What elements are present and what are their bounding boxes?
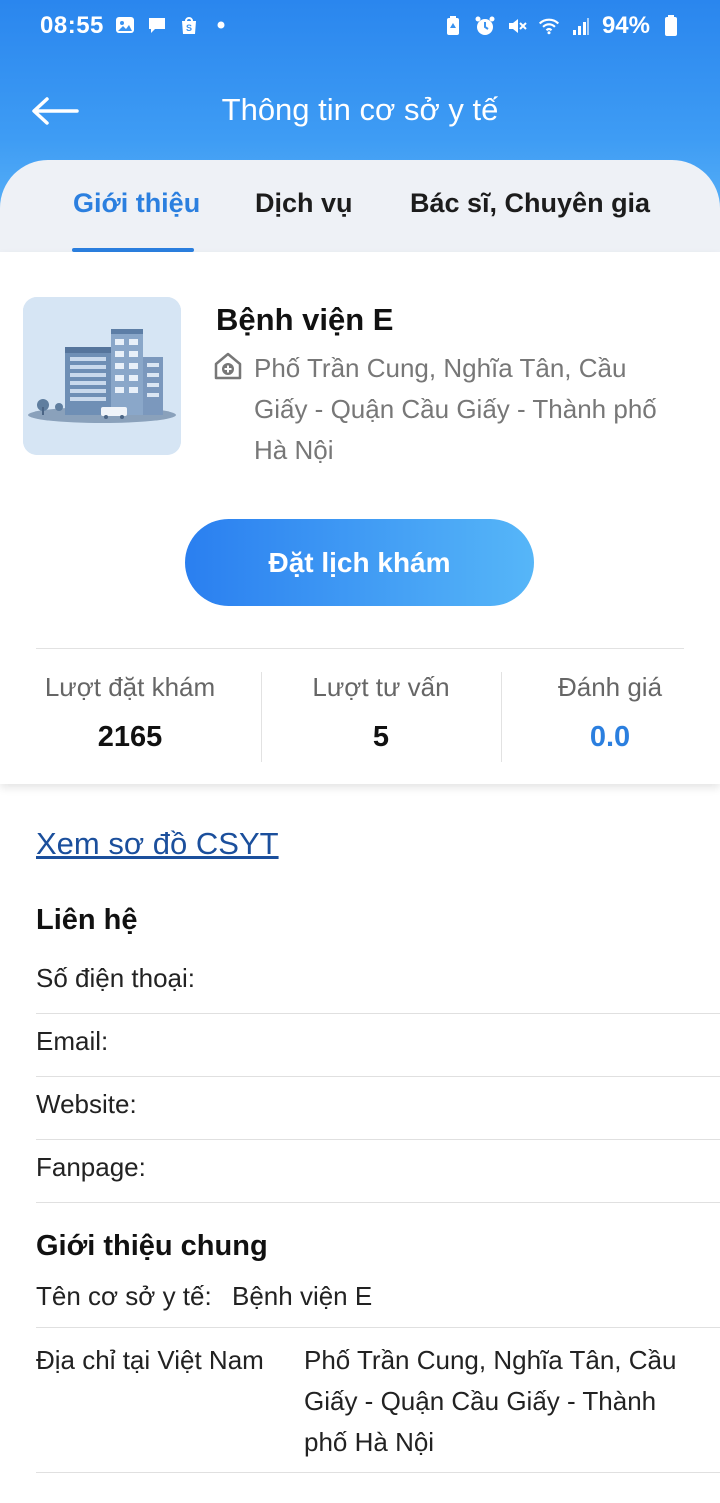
top-app-bar: Thông tin cơ sở y tế	[0, 80, 720, 144]
hospital-name: Bệnh viện E	[216, 302, 394, 337]
wifi-icon	[538, 15, 560, 37]
gallery-icon	[114, 14, 136, 36]
general-facility-name-row: Tên cơ sở y tế: Bệnh viện E	[36, 1281, 720, 1328]
stat-bookings: Lượt đặt khám 2165	[30, 672, 230, 754]
contact-phone: Số điện thoại:	[36, 951, 720, 1014]
mute-icon	[506, 15, 528, 37]
stat-value: 2165	[97, 721, 163, 753]
svg-text:S: S	[186, 23, 192, 33]
tab-introduction[interactable]: Giới thiệu	[73, 188, 200, 219]
tab-bar: Giới thiệu Dịch vụ Bác sĩ, Chuyên gia	[0, 160, 720, 252]
general-row-label: Địa chỉ tại Việt Nam	[36, 1345, 264, 1375]
app-header: 08:55 S 94% Thông tin cơ sở y tế Giới th…	[0, 0, 720, 252]
stat-rating: Đánh giá 0.0	[520, 672, 700, 754]
signal-icon	[570, 15, 592, 37]
status-system-icons: 94%	[442, 12, 682, 40]
page-title: Thông tin cơ sở y tế	[221, 92, 499, 127]
stat-separator	[501, 672, 502, 762]
contact-section-title: Liên hệ	[36, 904, 138, 936]
tab-services[interactable]: Dịch vụ	[255, 188, 353, 219]
contact-fanpage: Fanpage:	[36, 1140, 720, 1203]
general-row-label: Tên cơ sở y tế:	[36, 1281, 212, 1311]
chat-icon	[146, 14, 168, 36]
hospital-image	[23, 297, 181, 455]
battery-icon	[660, 15, 682, 37]
status-notification-icons: S	[114, 14, 232, 36]
battery-percent: 94%	[601, 12, 650, 39]
stat-label: Lượt đặt khám	[44, 672, 216, 702]
contact-email: Email:	[36, 1014, 720, 1077]
hospital-address: Phố Trần Cung, Nghĩa Tân, Cầu Giấy - Quậ…	[254, 353, 657, 465]
hospital-info-card: Bệnh viện E Phố Trần Cung, Nghĩa Tân, Cầ…	[0, 252, 720, 784]
general-section-title: Giới thiệu chung	[36, 1230, 268, 1262]
view-facility-map-link[interactable]: Xem sơ đồ CSYT	[36, 826, 279, 862]
stat-label: Lượt tư vấn	[312, 672, 450, 702]
alarm-icon	[474, 15, 496, 37]
status-time: 08:55	[40, 12, 104, 39]
stat-value: 0.0	[589, 721, 631, 753]
book-appointment-button[interactable]: Đặt lịch khám	[185, 519, 534, 606]
stats-divider	[36, 648, 684, 649]
contact-website: Website:	[36, 1077, 720, 1140]
general-address-row: Địa chỉ tại Việt Nam Phố Trần Cung, Nghĩ…	[36, 1345, 720, 1473]
dot-icon	[210, 14, 232, 36]
shopee-icon: S	[178, 14, 200, 36]
hospital-icon	[214, 352, 242, 380]
status-bar: 08:55 S 94%	[0, 0, 720, 52]
stat-consultations: Lượt tư vấn 5	[281, 672, 481, 754]
tab-doctors-experts[interactable]: Bác sĩ, Chuyên gia	[410, 188, 650, 219]
stat-separator	[261, 672, 262, 762]
stat-value: 5	[372, 721, 390, 753]
battery-saver-icon	[442, 15, 464, 37]
general-row-value: Bệnh viện E	[232, 1281, 373, 1311]
stat-label: Đánh giá	[557, 672, 663, 702]
general-row-value: Phố Trần Cung, Nghĩa Tân, Cầu Giấy - Quậ…	[304, 1345, 677, 1457]
